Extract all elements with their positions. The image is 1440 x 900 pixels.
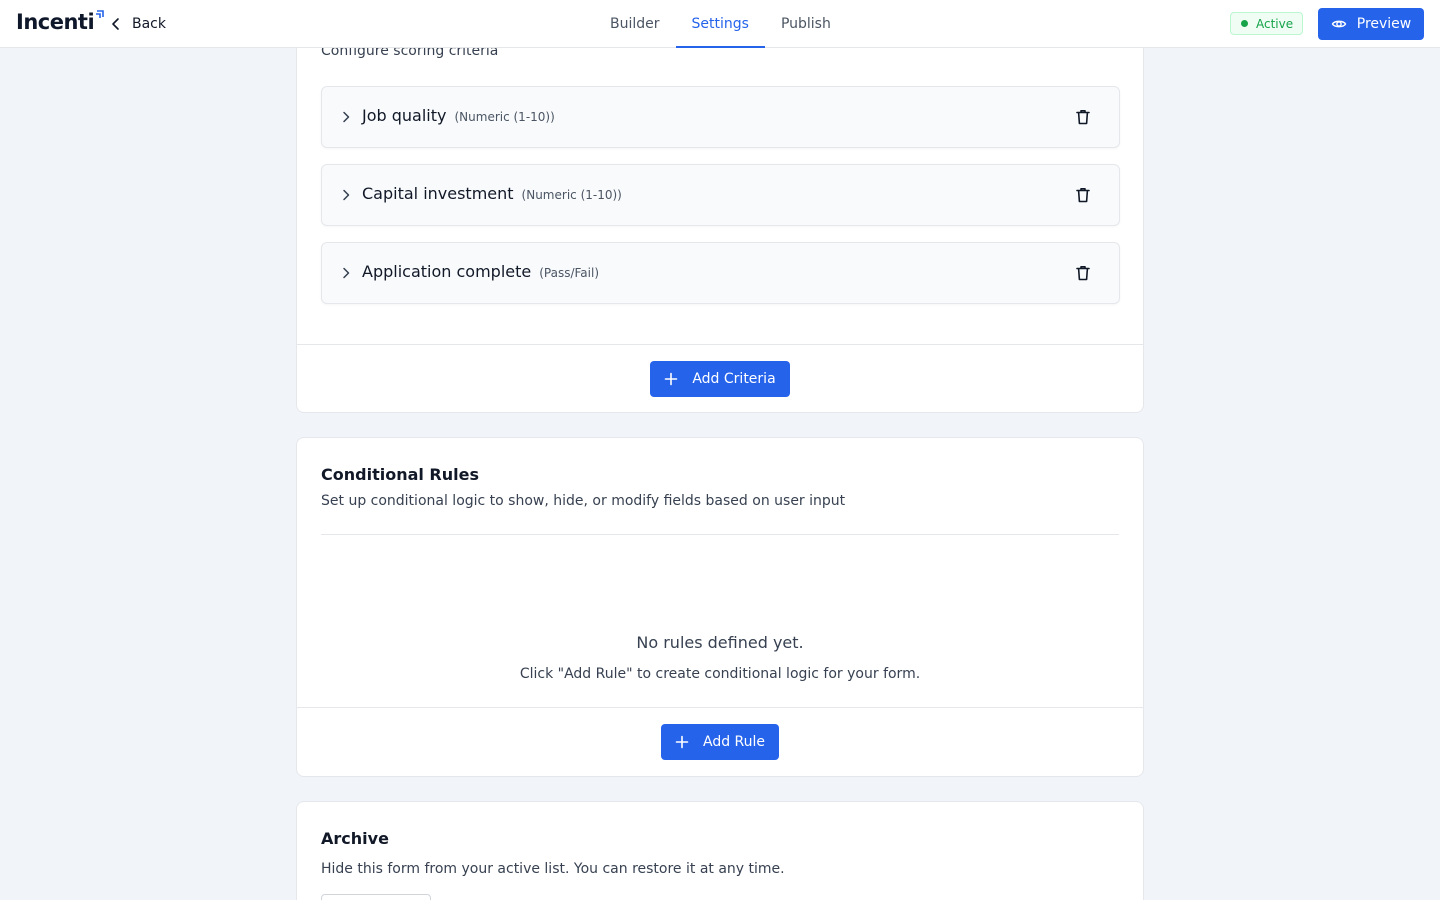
criteria-name: Application complete — [362, 262, 532, 281]
tab-publish[interactable]: Publish — [765, 0, 847, 48]
back-label: Back — [132, 16, 166, 32]
plus-icon — [665, 372, 678, 386]
arrow-up-right-icon — [96, 10, 104, 18]
criteria-label: Job quality (Numeric (1-10)) — [362, 106, 555, 125]
criteria-item[interactable]: Capital investment (Numeric (1-10)) — [321, 164, 1120, 226]
card-divider — [297, 344, 1143, 345]
criteria-label: Application complete (Pass/Fail) — [362, 262, 599, 281]
section-divider — [321, 534, 1119, 535]
section-description: Set up conditional logic to show, hide, … — [321, 493, 846, 509]
section-title: Archive — [321, 829, 389, 848]
criteria-type: (Numeric (1-10)) — [454, 110, 555, 124]
trash-icon[interactable] — [1074, 108, 1092, 126]
chevron-right-icon[interactable] — [338, 265, 354, 281]
tab-builder[interactable]: Builder — [594, 0, 676, 48]
empty-state-description: Click "Add Rule" to create conditional l… — [519, 666, 921, 682]
archive-card: Archive Hide this form from your active … — [296, 801, 1144, 900]
logo[interactable]: Incenti — [16, 10, 105, 34]
back-button[interactable]: Back — [108, 14, 166, 34]
top-bar: Incenti Back Builder Settings Publish Ac… — [0, 0, 1440, 48]
eye-icon — [1331, 20, 1347, 28]
criteria-label: Capital investment (Numeric (1-10)) — [362, 184, 622, 203]
archive-button[interactable] — [321, 894, 431, 900]
tab-settings[interactable]: Settings — [675, 0, 766, 48]
chevron-right-icon[interactable] — [338, 187, 354, 203]
preview-label: Preview — [1356, 16, 1412, 32]
criteria-type: (Pass/Fail) — [539, 266, 600, 280]
status-dot-icon — [1241, 20, 1248, 27]
add-criteria-label: Add Criteria — [692, 371, 776, 387]
chevron-left-icon — [112, 18, 119, 30]
scoring-card: Configure scoring criteria Job quality (… — [296, 0, 1144, 413]
trash-icon[interactable] — [1074, 186, 1092, 204]
add-rule-label: Add Rule — [702, 734, 766, 750]
section-description: Hide this form from your active list. Yo… — [321, 861, 785, 877]
criteria-name: Capital investment — [362, 184, 514, 203]
status-label: Active — [1256, 16, 1294, 31]
plus-icon — [675, 735, 689, 749]
add-rule-button[interactable]: Add Rule — [661, 724, 779, 760]
empty-state-title: No rules defined yet. — [636, 633, 804, 652]
preview-button[interactable]: Preview — [1318, 8, 1424, 40]
criteria-item[interactable]: Job quality (Numeric (1-10)) — [321, 86, 1120, 148]
trash-icon[interactable] — [1074, 264, 1092, 282]
logo-text: Incenti — [16, 10, 95, 34]
chevron-right-icon[interactable] — [338, 109, 354, 125]
card-divider — [297, 707, 1143, 708]
criteria-name: Job quality — [362, 106, 447, 125]
section-title: Conditional Rules — [321, 465, 479, 484]
criteria-type: (Numeric (1-10)) — [521, 188, 622, 202]
status-badge: Active — [1230, 12, 1304, 35]
add-criteria-button[interactable]: Add Criteria — [650, 361, 790, 397]
tab-bar: Builder Settings Publish — [594, 0, 847, 48]
conditional-rules-card: Conditional Rules Set up conditional log… — [296, 437, 1144, 777]
criteria-item[interactable]: Application complete (Pass/Fail) — [321, 242, 1120, 304]
